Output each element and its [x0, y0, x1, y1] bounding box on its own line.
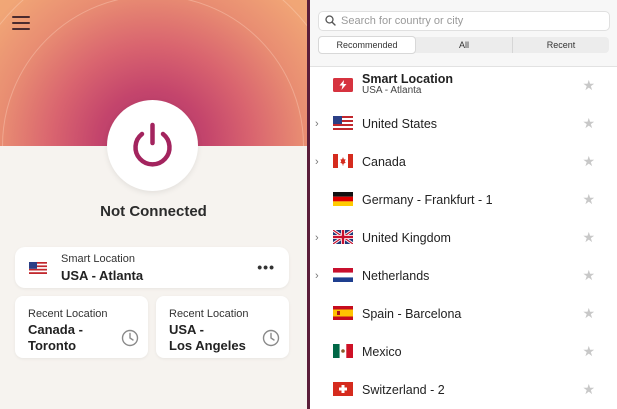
more-options-icon[interactable]: •••: [257, 259, 275, 275]
germany-flag-icon: [333, 192, 353, 206]
chevron-right-icon[interactable]: ›: [315, 270, 319, 282]
spain-flag-icon: [333, 306, 353, 320]
mexico-flag-icon: [333, 344, 353, 358]
tab-recent[interactable]: Recent: [513, 37, 609, 53]
tab-recommended[interactable]: Recommended: [318, 36, 416, 54]
recent-location-card-2[interactable]: Recent Location USA - Los Angeles: [156, 296, 289, 358]
netherlands-flag-icon: [333, 268, 353, 282]
star-icon[interactable]: ★: [582, 267, 595, 284]
list-item-united-states[interactable]: › United States ★: [310, 105, 617, 143]
location-name: United Kingdom: [362, 231, 451, 245]
clock-icon: [262, 329, 280, 347]
power-button[interactable]: [107, 100, 198, 191]
smart-location-icon: [333, 78, 353, 92]
list-item-united-kingdom[interactable]: › United Kingdom ★: [310, 219, 617, 257]
hamburger-menu-icon[interactable]: [12, 16, 30, 30]
location-list: Smart Location USA - Atlanta ★ › United …: [310, 67, 617, 409]
recent-location-value: Canada - Toronto: [28, 322, 83, 353]
canada-flag-icon: [333, 154, 353, 168]
star-icon[interactable]: ★: [582, 153, 595, 170]
search-header: Recommended All Recent: [310, 0, 617, 67]
list-item-spain-barcelona[interactable]: Spain - Barcelona ★: [310, 295, 617, 333]
tab-all[interactable]: All: [416, 37, 513, 53]
connection-status: Not Connected: [100, 203, 207, 220]
location-name: Canada: [362, 155, 406, 169]
list-item-germany-frankfurt[interactable]: Germany - Frankfurt - 1 ★: [310, 181, 617, 219]
list-item-smart-location[interactable]: Smart Location USA - Atlanta ★: [310, 67, 617, 105]
switzerland-flag-icon: [333, 382, 353, 396]
star-icon[interactable]: ★: [582, 77, 595, 94]
chevron-right-icon[interactable]: ›: [315, 118, 319, 130]
location-name: Germany - Frankfurt - 1: [362, 193, 493, 207]
location-name: Netherlands: [362, 269, 430, 283]
smart-location-card[interactable]: Smart Location USA - Atlanta •••: [15, 247, 289, 288]
star-icon[interactable]: ★: [582, 229, 595, 246]
recent-location-label: Recent Location: [169, 308, 249, 320]
list-item-netherlands[interactable]: › Netherlands ★: [310, 257, 617, 295]
search-box[interactable]: [318, 11, 610, 31]
uk-flag-icon: [333, 230, 353, 244]
location-tabs: Recommended All Recent: [318, 36, 609, 54]
smart-location-value: USA - Atlanta: [61, 268, 144, 283]
recent-location-value: USA - Los Angeles: [169, 322, 246, 353]
star-icon[interactable]: ★: [582, 381, 595, 398]
star-icon[interactable]: ★: [582, 343, 595, 360]
star-icon[interactable]: ★: [582, 191, 595, 208]
smart-location-name: Smart Location: [362, 72, 453, 86]
clock-icon: [121, 329, 139, 347]
chevron-right-icon[interactable]: ›: [315, 156, 319, 168]
smart-location-sub: USA - Atlanta: [362, 85, 422, 96]
home-panel: Not Connected Smart Location USA - Atlan…: [0, 0, 307, 409]
list-item-canada[interactable]: › Canada ★: [310, 143, 617, 181]
star-icon[interactable]: ★: [582, 305, 595, 322]
location-name: Mexico: [362, 345, 402, 359]
chevron-right-icon[interactable]: ›: [315, 232, 319, 244]
location-picker: Recommended All Recent Smart Location US…: [310, 0, 617, 409]
location-name: Spain - Barcelona: [362, 307, 462, 321]
us-flag-icon: [333, 116, 353, 130]
search-input[interactable]: [341, 13, 601, 29]
list-item-mexico[interactable]: Mexico ★: [310, 333, 617, 371]
search-icon: [325, 15, 336, 26]
us-flag-icon: [29, 262, 47, 274]
location-name: United States: [362, 117, 438, 131]
recent-location-card-1[interactable]: Recent Location Canada - Toronto: [15, 296, 148, 358]
recent-location-label: Recent Location: [28, 308, 108, 320]
star-icon[interactable]: ★: [582, 115, 595, 132]
location-name: Switzerland - 2: [362, 383, 445, 397]
smart-location-label: Smart Location: [61, 253, 135, 265]
power-icon: [133, 122, 172, 167]
list-item-switzerland[interactable]: Switzerland - 2 ★: [310, 371, 617, 409]
